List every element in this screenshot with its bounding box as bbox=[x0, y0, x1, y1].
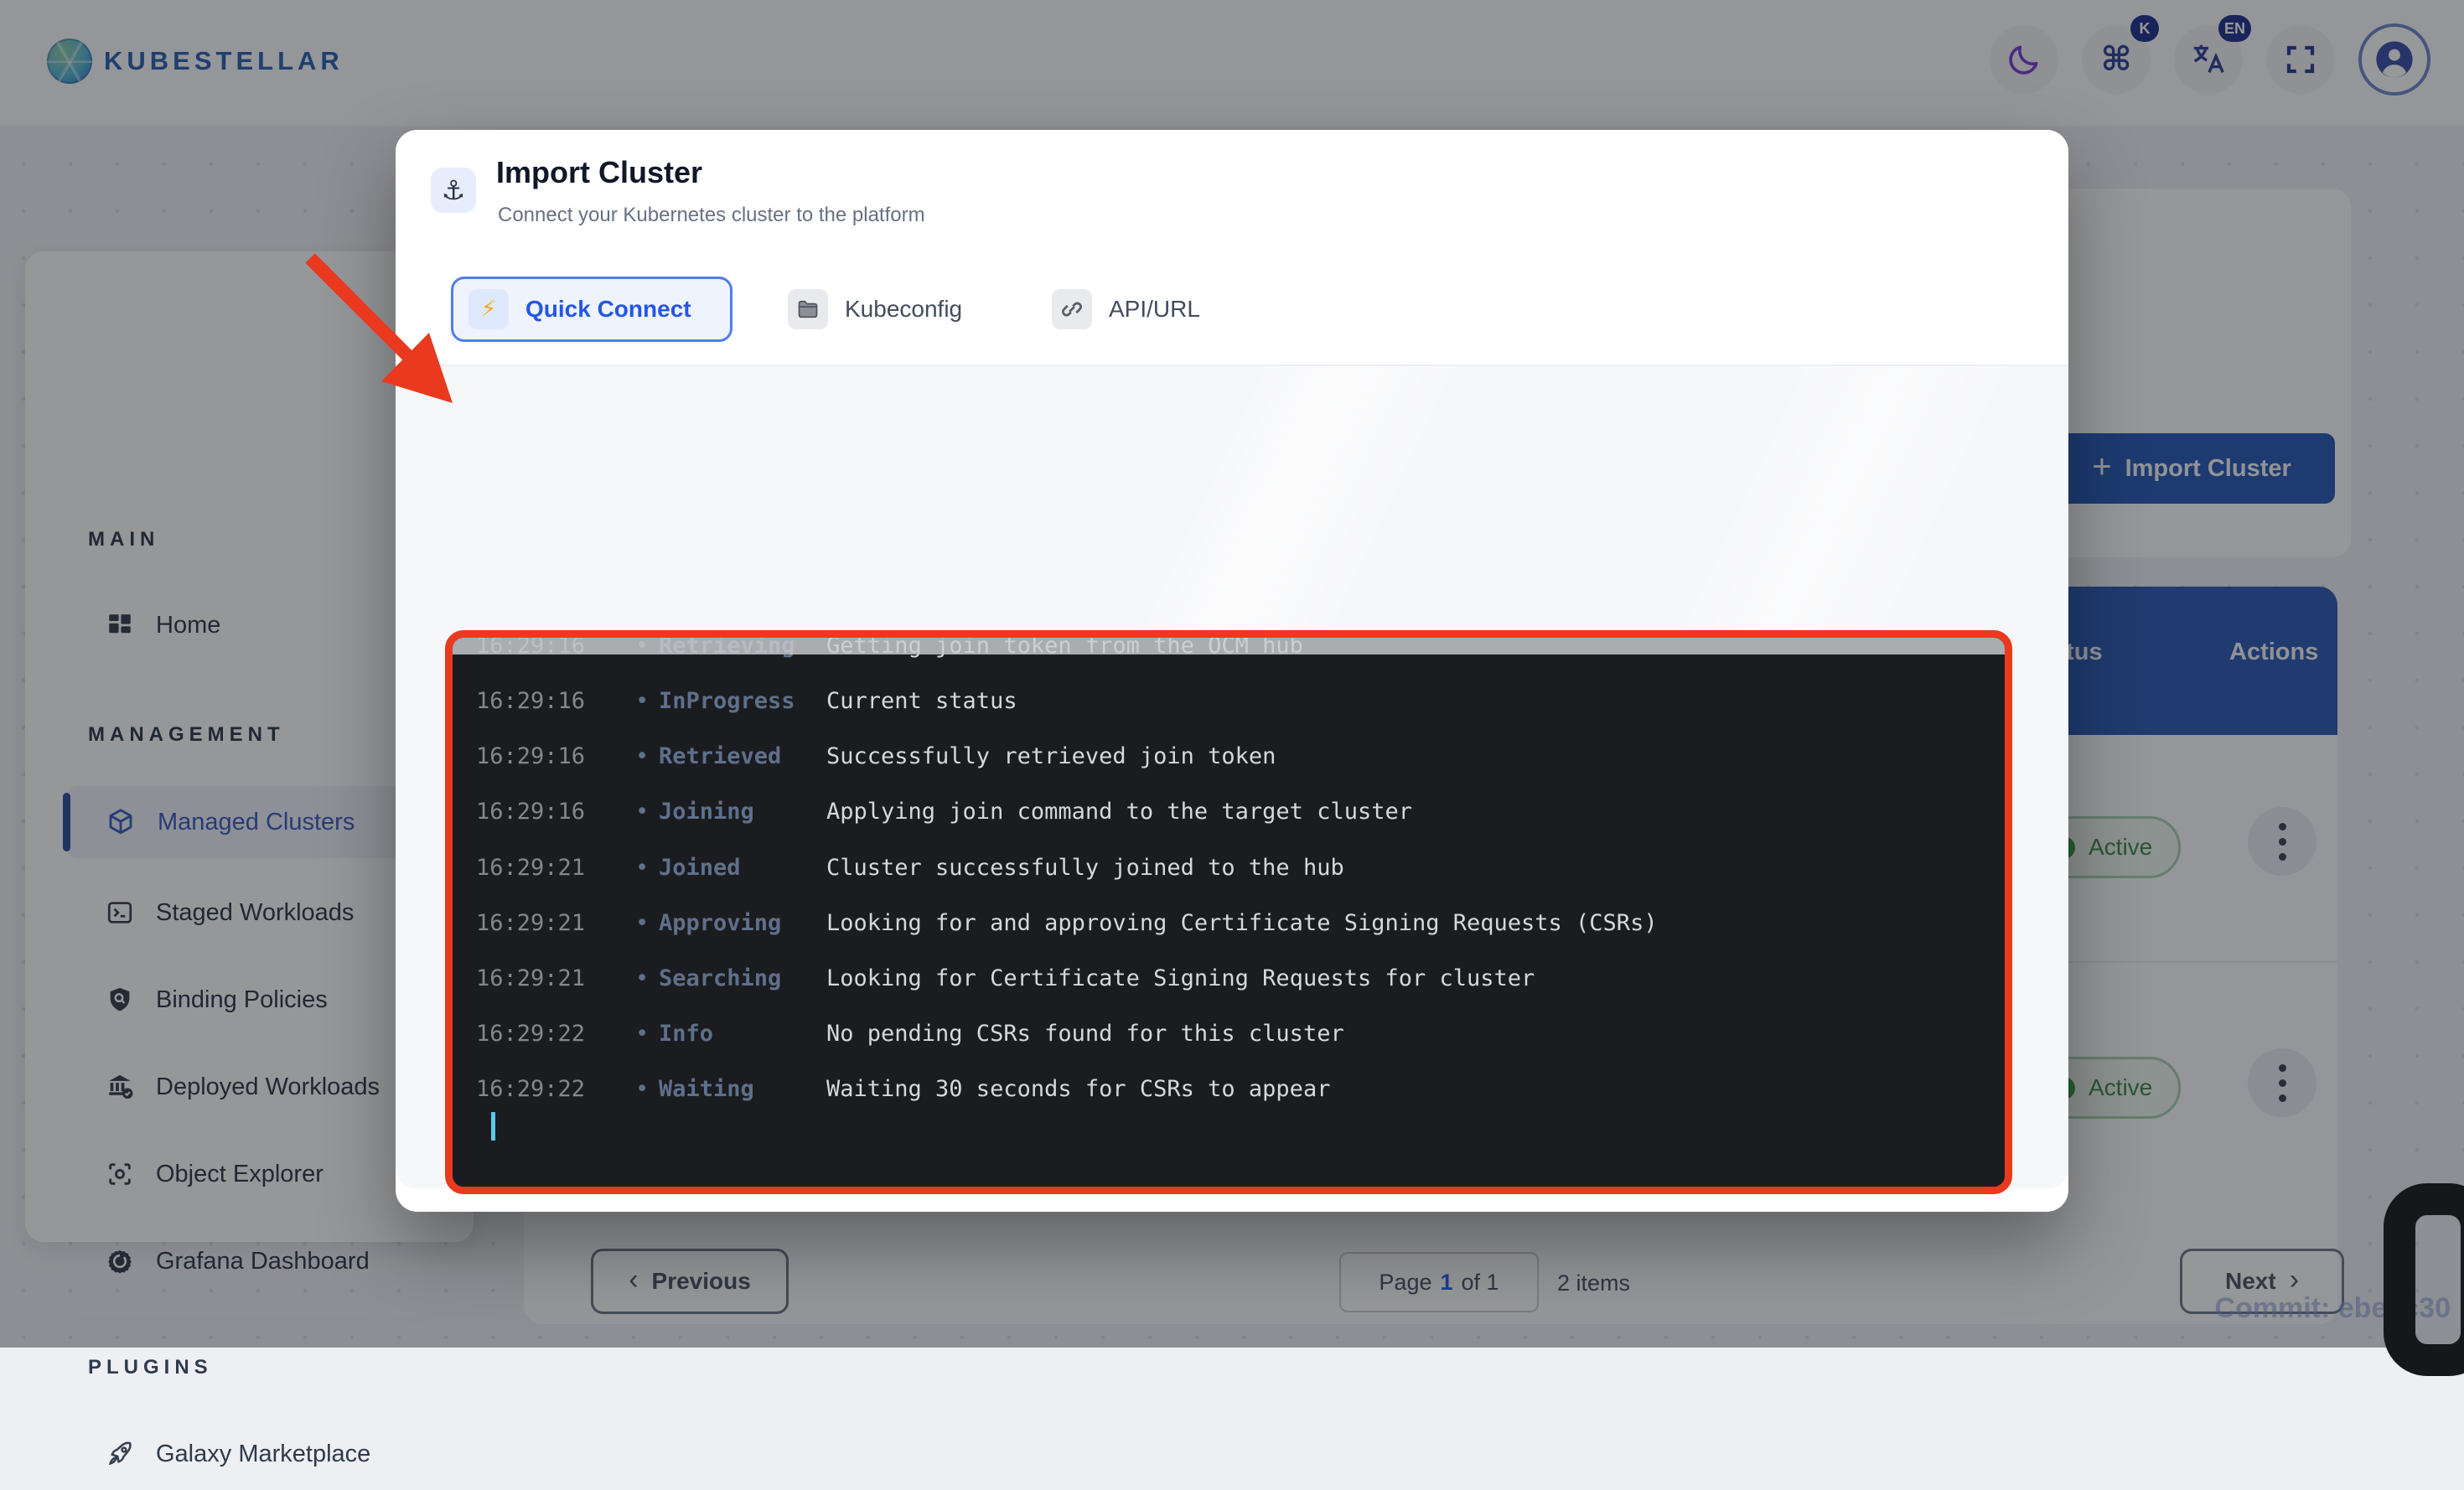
bullet-icon: • bbox=[635, 1022, 649, 1046]
log-row: 16:29:16 • Retrieved Successfully retrie… bbox=[453, 745, 2005, 768]
sidebar-item-galaxy-marketplace[interactable]: Galaxy Marketplace bbox=[65, 1418, 461, 1490]
bullet-icon: • bbox=[635, 800, 649, 824]
bullet-icon: • bbox=[635, 856, 649, 880]
join-log-terminal[interactable]: 16:29:16 • Retrieving Getting join token… bbox=[445, 630, 2012, 1194]
tab-api-url[interactable]: API/URL bbox=[1052, 277, 1200, 342]
sidebar-item-label: Galaxy Marketplace bbox=[156, 1441, 370, 1468]
log-status: Joined bbox=[659, 856, 741, 880]
modal-header: ⚓ Import Cluster Connect your Kubernetes… bbox=[396, 130, 2068, 366]
log-message: Current status bbox=[826, 690, 1017, 713]
log-status: Retrieved bbox=[659, 745, 781, 768]
modal-subtitle: Connect your Kubernetes cluster to the p… bbox=[498, 204, 925, 227]
tab-quick-connect[interactable]: ⚡ Quick Connect bbox=[451, 277, 732, 342]
modal-title: Import Cluster bbox=[496, 155, 702, 190]
terminal-scroll-strip bbox=[453, 638, 2005, 654]
log-time: 16:29:22 bbox=[476, 1078, 585, 1101]
log-time: 16:29:16 bbox=[476, 690, 585, 713]
log-message: Applying join command to the target clus… bbox=[826, 800, 1412, 824]
tab-label: API/URL bbox=[1109, 296, 1200, 323]
rocket-icon bbox=[106, 1440, 134, 1468]
log-row: 16:29:21 • Approving Looking for and app… bbox=[453, 912, 2005, 935]
log-time: 16:29:16 bbox=[476, 745, 585, 768]
bullet-icon: • bbox=[635, 690, 649, 713]
log-time: 16:29:21 bbox=[476, 912, 585, 935]
log-status: Searching bbox=[659, 967, 781, 991]
log-status: Waiting bbox=[659, 1078, 754, 1101]
tab-label: Kubeconfig bbox=[845, 296, 962, 323]
log-message: Successfully retrieved join token bbox=[826, 745, 1276, 768]
log-time: 16:29:21 bbox=[476, 856, 585, 880]
log-time: 16:29:21 bbox=[476, 967, 585, 991]
bullet-icon: • bbox=[635, 1078, 649, 1101]
tab-kubeconfig[interactable]: Kubeconfig bbox=[788, 277, 962, 342]
log-message: No pending CSRs found for this cluster bbox=[826, 1022, 1344, 1046]
log-row: 16:29:21 • Searching Looking for Certifi… bbox=[453, 967, 2005, 991]
log-row: 16:29:16 • Joining Applying join command… bbox=[453, 800, 2005, 824]
log-status: Joining bbox=[659, 800, 754, 824]
log-status: InProgress bbox=[659, 690, 795, 713]
terminal-cursor bbox=[491, 1112, 495, 1141]
bullet-icon: • bbox=[635, 967, 649, 991]
folder-icon bbox=[788, 289, 828, 329]
log-message: Waiting 30 seconds for CSRs to appear bbox=[826, 1078, 1330, 1101]
link-icon bbox=[1052, 289, 1092, 329]
modal-body: 16:29:16 • Retrieving Getting join token… bbox=[396, 366, 2068, 1188]
log-message: Looking for and approving Certificate Si… bbox=[826, 912, 1658, 935]
tab-label: Quick Connect bbox=[525, 296, 691, 323]
log-row: 16:29:21 • Joined Cluster successfully j… bbox=[453, 856, 2005, 880]
log-time: 16:29:22 bbox=[476, 1022, 585, 1046]
log-time: 16:29:16 bbox=[476, 800, 585, 824]
log-row: 16:29:22 • Waiting Waiting 30 seconds fo… bbox=[453, 1078, 2005, 1101]
log-row: 16:29:22 • Info No pending CSRs found fo… bbox=[453, 1022, 2005, 1046]
import-cluster-modal: ⚓ Import Cluster Connect your Kubernetes… bbox=[396, 130, 2068, 1212]
bullet-icon: • bbox=[635, 745, 649, 768]
lightning-icon: ⚡ bbox=[468, 289, 509, 329]
sidebar-section-plugins: PLUGINS bbox=[88, 1356, 213, 1379]
bullet-icon: • bbox=[635, 912, 649, 935]
terminal-log: 16:29:16 • Retrieving Getting join token… bbox=[453, 638, 2005, 1187]
log-row: 16:29:16 • InProgress Current status bbox=[453, 690, 2005, 713]
log-message: Cluster successfully joined to the hub bbox=[826, 856, 1344, 880]
anchor-icon: ⚓ bbox=[431, 168, 476, 213]
log-message: Looking for Certificate Signing Requests… bbox=[826, 967, 1535, 991]
log-status: Info bbox=[659, 1022, 713, 1046]
log-status: Approving bbox=[659, 912, 781, 935]
